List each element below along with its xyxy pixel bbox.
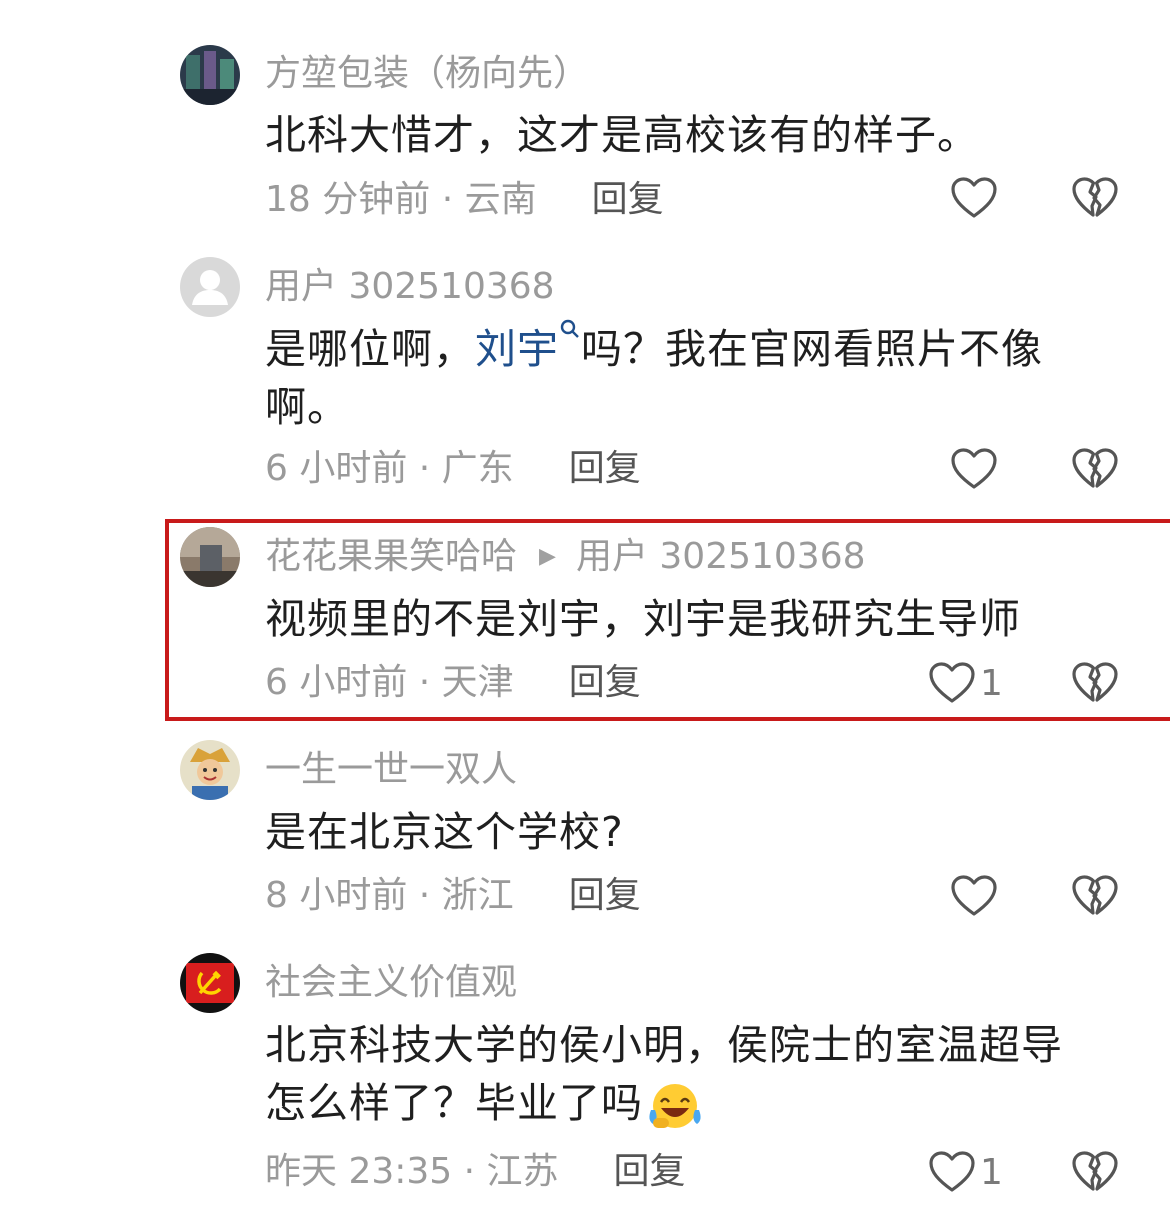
comment-meta: 6 小时前 · 天津 回复 <box>265 661 641 705</box>
heart-outline-icon <box>951 875 997 916</box>
reply-button[interactable]: 回复 <box>569 874 641 918</box>
broken-heart-icon <box>1072 177 1118 217</box>
comment-meta: 8 小时前 · 浙江 回复 <box>265 874 641 918</box>
comment-username[interactable]: 花花果果笑哈哈 <box>265 535 517 579</box>
like-button[interactable]: 1 <box>928 1150 1003 1194</box>
reply-button[interactable]: 回复 <box>614 1150 686 1194</box>
heart-outline-icon <box>929 1151 975 1192</box>
dislike-button[interactable] <box>1071 176 1119 220</box>
mention-text: 刘宇 <box>475 325 559 373</box>
heart-outline-icon <box>929 662 975 703</box>
comment-text: 是在北京这个学校? <box>265 808 624 856</box>
dislike-button[interactable] <box>1071 874 1119 918</box>
comment-time-location: 18 分钟前 · 云南 <box>265 179 537 220</box>
comment-username-row: 社会主义价值观 <box>265 961 517 1005</box>
broken-heart-icon <box>1072 1151 1118 1191</box>
avatar[interactable] <box>180 527 240 587</box>
comment-text: 北京科技大学的侯小明，侯院士的室温超导怎么样了？毕业了吗 <box>265 1016 1095 1132</box>
like-count: 1 <box>980 662 1003 704</box>
broken-heart-icon <box>1072 662 1118 702</box>
comment-username[interactable]: 社会主义价值观 <box>265 961 517 1005</box>
comment-username-row: 方堃包装（杨向先） <box>265 52 589 96</box>
comment-text: 视频里的不是刘宇，刘宇是我研究生导师 <box>265 595 1021 643</box>
comment-time-location: 昨天 23:35 · 江苏 <box>265 1151 559 1192</box>
comment-username[interactable]: 方堃包装（杨向先） <box>265 52 589 96</box>
reply-button[interactable]: 回复 <box>592 178 664 222</box>
comment-username-row: 用户 302510368 <box>265 265 555 309</box>
like-button[interactable] <box>950 874 998 918</box>
comment-time-location: 8 小时前 · 浙江 <box>265 875 514 916</box>
laughing-crying-emoji <box>649 1084 701 1128</box>
avatar[interactable] <box>180 953 240 1013</box>
comment-meta: 6 小时前 · 广东 回复 <box>265 447 641 491</box>
search-icon <box>560 319 579 338</box>
like-button[interactable] <box>950 447 998 491</box>
like-count: 1 <box>980 1151 1003 1193</box>
comment-text-part: 是哪位啊， <box>265 325 475 373</box>
dislike-button[interactable] <box>1071 661 1119 705</box>
reply-button[interactable]: 回复 <box>569 447 641 491</box>
comment-username[interactable]: 一生一世一双人 <box>265 748 517 792</box>
dislike-button[interactable] <box>1071 447 1119 491</box>
broken-heart-icon <box>1072 448 1118 488</box>
avatar[interactable] <box>180 257 240 317</box>
mention-link[interactable]: 刘宇 <box>475 319 581 373</box>
heart-outline-icon <box>951 448 997 489</box>
reply-to-arrow-icon: ▶ <box>539 544 556 569</box>
dislike-button[interactable] <box>1071 1150 1119 1194</box>
comment-time-location: 6 小时前 · 天津 <box>265 662 514 703</box>
comment-username-row: 一生一世一双人 <box>265 748 517 792</box>
reply-button[interactable]: 回复 <box>569 661 641 705</box>
reply-to-username[interactable]: 用户 302510368 <box>576 535 866 579</box>
heart-outline-icon <box>951 177 997 218</box>
comment-username-row: 花花果果笑哈哈 ▶ 用户 302510368 <box>265 535 866 579</box>
comment-meta: 昨天 23:35 · 江苏 回复 <box>265 1150 686 1194</box>
like-button[interactable] <box>950 176 998 220</box>
comment-meta: 18 分钟前 · 云南 回复 <box>265 178 664 222</box>
comment-text: 北科大惜才，这才是高校该有的样子。 <box>265 111 979 159</box>
avatar[interactable] <box>180 740 240 800</box>
comment-time-location: 6 小时前 · 广东 <box>265 448 514 489</box>
comment-username[interactable]: 用户 302510368 <box>265 265 555 309</box>
broken-heart-icon <box>1072 875 1118 915</box>
avatar[interactable] <box>180 45 240 105</box>
comment-text: 是哪位啊，刘宇 吗？我在官网看照片不像啊。 <box>265 319 1125 436</box>
like-button[interactable]: 1 <box>928 661 1003 705</box>
